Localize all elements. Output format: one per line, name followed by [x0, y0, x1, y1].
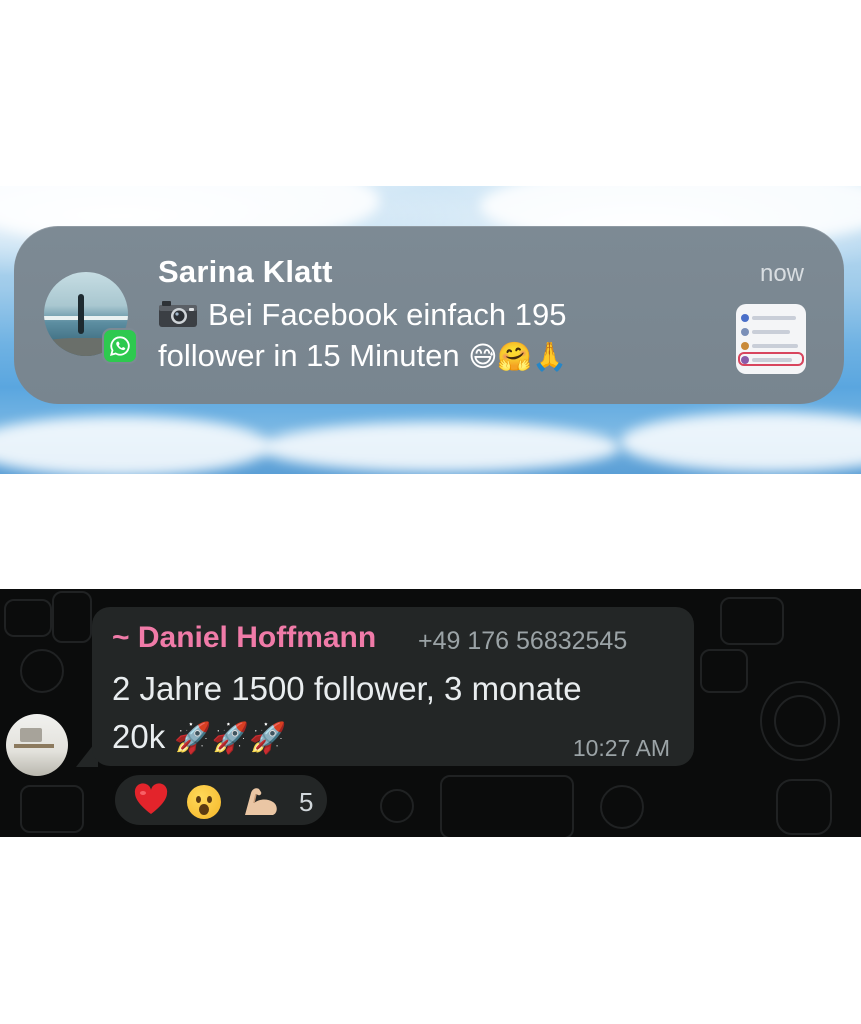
rocket-emojis: 🚀🚀🚀 [174, 722, 287, 755]
wallpaper-doodle [776, 779, 832, 835]
wallpaper-doodle [52, 591, 92, 643]
wallpaper-doodle [380, 789, 414, 823]
notification-body-line2: follower in 15 Minuten [158, 338, 460, 373]
message-bubble[interactable]: ~ Daniel Hoffmann +49 176 56832545 2 Jah… [92, 607, 694, 766]
notification-body: Bei Facebook einfach 195 follower in 15 … [158, 294, 698, 377]
lock-screen-background: Sarina Klatt now Bei Facebook einfach 19… [0, 186, 861, 474]
camera-icon [158, 297, 198, 327]
wallpaper-doodle [440, 775, 574, 837]
sender-avatar[interactable] [6, 714, 68, 776]
notification-body-line1: Bei Facebook einfach 195 [208, 297, 567, 332]
wallpaper-doodle [700, 649, 748, 693]
wallpaper-doodle [600, 785, 644, 829]
reaction-count: 5 [299, 787, 314, 817]
wallpaper-doodle [20, 649, 64, 693]
notification-time: now [759, 260, 804, 287]
flexed-biceps-icon [241, 783, 281, 824]
wallpaper-doodle [720, 597, 784, 645]
chat-background: ~ Daniel Hoffmann +49 176 56832545 2 Jah… [0, 589, 861, 837]
reactions-pill[interactable]: 5 [112, 772, 330, 828]
attachment-thumbnail [736, 304, 806, 374]
cloud [0, 416, 270, 474]
message-time: 10:27 AM [572, 735, 670, 761]
whatsapp-notification[interactable]: Sarina Klatt now Bei Facebook einfach 19… [14, 226, 844, 404]
wallpaper-doodle [4, 599, 52, 637]
cloud [620, 412, 861, 472]
cloud [260, 422, 620, 472]
sender-phone: +49 176 56832545 [418, 627, 628, 655]
heart-icon [133, 783, 169, 822]
astonished-face-icon [187, 785, 221, 819]
message-line1: 2 Jahre 1500 follower, 3 monate [112, 670, 582, 707]
sender-name[interactable]: ~ Daniel Hoffmann [112, 621, 376, 655]
notification-sender: Sarina Klatt [158, 254, 333, 289]
notification-emojis: 😅🤗🙏 [468, 341, 568, 372]
message-line2: 20k [112, 718, 166, 755]
wallpaper-doodle [774, 695, 826, 747]
whatsapp-icon [102, 328, 138, 364]
wallpaper-doodle [20, 785, 84, 833]
